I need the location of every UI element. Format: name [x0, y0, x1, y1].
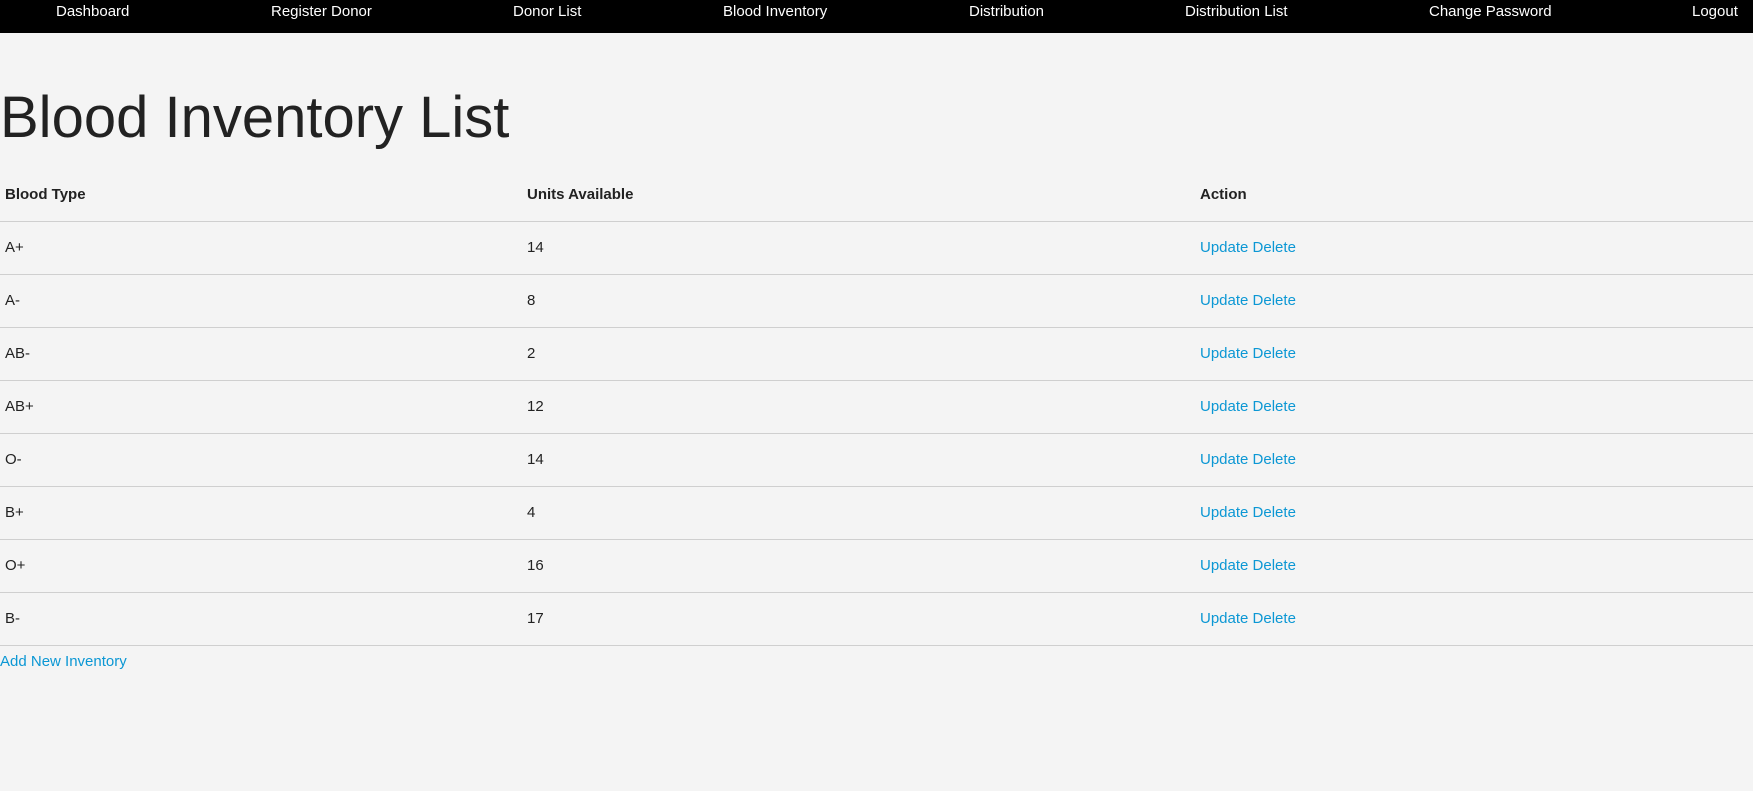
delete-link[interactable]: Delete	[1253, 292, 1296, 309]
nav-distribution-list[interactable]: Distribution List	[1185, 3, 1288, 20]
table-row: AB+ 12 Update Delete	[0, 380, 1753, 433]
header-units-available: Units Available	[527, 185, 634, 203]
blood-type-cell: B+	[5, 504, 24, 521]
units-cell: 2	[527, 345, 536, 362]
table-row: O- 14 Update Delete	[0, 433, 1753, 486]
blood-type-cell: O-	[5, 451, 22, 468]
nav-register-donor[interactable]: Register Donor	[271, 3, 372, 20]
delete-link[interactable]: Delete	[1253, 557, 1296, 574]
blood-type-cell: A+	[5, 239, 24, 256]
blood-type-cell: AB+	[5, 398, 34, 415]
nav-logout[interactable]: Logout	[1692, 3, 1738, 20]
update-link[interactable]: Update	[1200, 292, 1248, 309]
action-cell: Update Delete	[1195, 221, 1753, 274]
nav-blood-inventory[interactable]: Blood Inventory	[723, 3, 827, 20]
action-cell: Update Delete	[1195, 433, 1753, 486]
blood-type-cell: A-	[5, 292, 20, 309]
delete-link[interactable]: Delete	[1253, 504, 1296, 521]
blood-type-cell: B-	[5, 610, 20, 627]
delete-link[interactable]: Delete	[1253, 398, 1296, 415]
header-blood-type: Blood Type	[5, 185, 86, 203]
update-link[interactable]: Update	[1200, 557, 1248, 574]
table-row: A- 8 Update Delete	[0, 274, 1753, 327]
table-row: O+ 16 Update Delete	[0, 539, 1753, 592]
table-row: AB- 2 Update Delete	[0, 327, 1753, 380]
nav-donor-list[interactable]: Donor List	[513, 3, 581, 20]
blood-type-cell: AB-	[5, 345, 31, 362]
table-header-row: Blood Type Units Available Action	[0, 168, 1753, 221]
units-cell: 17	[527, 610, 544, 627]
units-cell: 14	[527, 239, 544, 256]
add-new-inventory-link[interactable]: Add New Inventory	[0, 653, 127, 670]
table-row: B+ 4 Update Delete	[0, 486, 1753, 539]
update-link[interactable]: Update	[1200, 398, 1248, 415]
action-cell: Update Delete	[1195, 274, 1753, 327]
units-cell: 16	[527, 557, 544, 574]
top-navigation-bar: Dashboard Register Donor Donor List Bloo…	[0, 0, 1753, 33]
action-cell: Update Delete	[1195, 592, 1753, 645]
update-link[interactable]: Update	[1200, 451, 1248, 468]
header-action: Action	[1200, 185, 1247, 203]
update-link[interactable]: Update	[1200, 504, 1248, 521]
action-cell: Update Delete	[1195, 539, 1753, 592]
page-title: Blood Inventory List	[0, 85, 510, 150]
nav-change-password[interactable]: Change Password	[1429, 3, 1552, 20]
units-cell: 4	[527, 504, 536, 521]
delete-link[interactable]: Delete	[1253, 239, 1296, 256]
nav-distribution[interactable]: Distribution	[969, 3, 1044, 20]
delete-link[interactable]: Delete	[1253, 345, 1296, 362]
units-cell: 8	[527, 292, 536, 309]
action-cell: Update Delete	[1195, 486, 1753, 539]
action-cell: Update Delete	[1195, 380, 1753, 433]
update-link[interactable]: Update	[1200, 345, 1248, 362]
units-cell: 14	[527, 451, 544, 468]
units-cell: 12	[527, 398, 544, 415]
blood-type-cell: O+	[5, 557, 26, 574]
inventory-table: Blood Type Units Available Action A+ 14 …	[0, 168, 1753, 646]
action-cell: Update Delete	[1195, 327, 1753, 380]
table-row: B- 17 Update Delete	[0, 592, 1753, 645]
update-link[interactable]: Update	[1200, 610, 1248, 627]
table-row: A+ 14 Update Delete	[0, 221, 1753, 274]
delete-link[interactable]: Delete	[1253, 451, 1296, 468]
delete-link[interactable]: Delete	[1253, 610, 1296, 627]
update-link[interactable]: Update	[1200, 239, 1248, 256]
nav-dashboard[interactable]: Dashboard	[56, 3, 129, 20]
